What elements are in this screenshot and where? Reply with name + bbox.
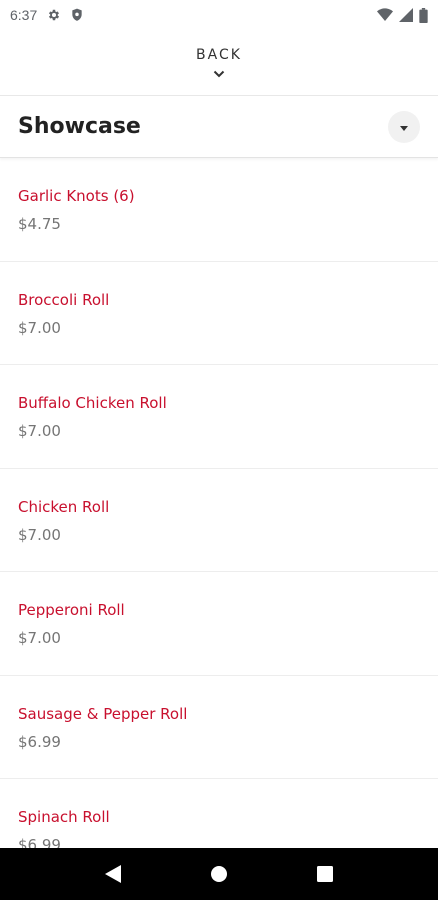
page-title: Showcase (18, 114, 141, 139)
shield-icon (71, 8, 83, 22)
item-price: $7.00 (18, 422, 61, 440)
menu-item-list: Garlic Knots (6) $4.75 Broccoli Roll $7.… (0, 158, 438, 848)
list-item[interactable]: Broccoli Roll $7.00 (0, 262, 438, 365)
list-item[interactable]: Buffalo Chicken Roll $7.00 (0, 365, 438, 469)
wifi-icon (377, 8, 393, 22)
list-item[interactable]: Sausage & Pepper Roll $6.99 (0, 676, 438, 779)
item-name: Broccoli Roll (18, 290, 110, 309)
home-circle-icon[interactable] (199, 854, 239, 894)
item-price: $7.00 (18, 525, 61, 544)
signal-icon (399, 8, 413, 22)
battery-icon (419, 7, 428, 23)
item-price: $7.00 (18, 318, 61, 337)
item-name: Sausage & Pepper Roll (18, 704, 188, 723)
back-triangle-icon[interactable] (93, 854, 133, 894)
back-button[interactable]: BACK (0, 30, 438, 96)
list-item[interactable]: Spinach Roll $6.99 (0, 779, 438, 848)
status-right (377, 7, 428, 23)
item-name: Chicken Roll (18, 497, 110, 516)
item-price: $4.75 (18, 215, 61, 233)
list-item[interactable]: Garlic Knots (6) $4.75 (0, 158, 438, 262)
back-label: BACK (196, 46, 242, 63)
category-header: Showcase (0, 96, 438, 158)
clock: 6:37 (10, 7, 38, 23)
item-price: $6.99 (18, 732, 61, 751)
recents-square-icon[interactable] (305, 854, 345, 894)
item-name: Garlic Knots (6) (18, 187, 135, 205)
item-name: Buffalo Chicken Roll (18, 394, 167, 412)
list-item[interactable]: Pepperoni Roll $7.00 (0, 572, 438, 676)
list-item[interactable]: Chicken Roll $7.00 (0, 469, 438, 572)
item-price: $7.00 (18, 629, 61, 647)
status-left: 6:37 (10, 7, 83, 23)
item-price: $6.99 (18, 836, 61, 848)
category-dropdown-button[interactable] (388, 110, 420, 143)
item-name: Spinach Roll (18, 808, 110, 826)
gear-icon (47, 8, 61, 22)
item-name: Pepperoni Roll (18, 601, 125, 619)
chevron-down-icon (213, 65, 225, 83)
caret-down-icon (400, 118, 408, 136)
status-bar: 6:37 (0, 0, 438, 30)
system-nav-bar (0, 848, 438, 900)
